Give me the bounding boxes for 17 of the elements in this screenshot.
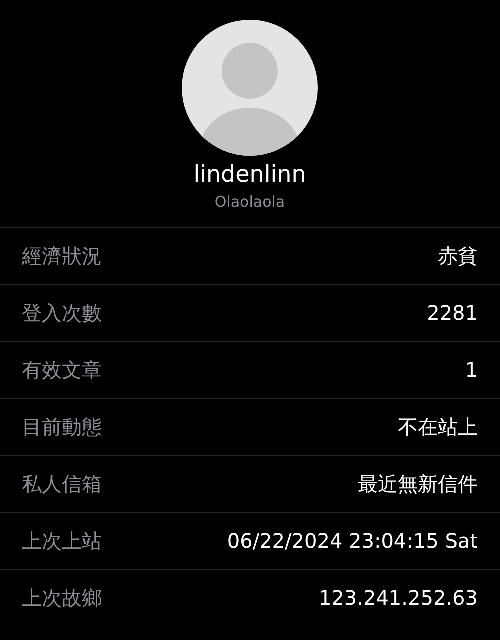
row-value: 赤貧 [438,242,478,270]
row-label: 登入次數 [22,300,102,326]
row-label: 上次上站 [22,528,102,554]
row-value: 2281 [427,301,478,325]
nickname: Olaolaola [214,192,286,212]
row-value: 123.241.252.63 [318,586,478,610]
avatar-icon [182,20,318,156]
row-value: 不在站上 [398,414,478,440]
row-value: 1 [465,358,478,382]
username: lindenlinn [194,161,306,190]
row-label: 私人信箱 [22,470,102,498]
row-value: 06/22/2024 23:04:15 Sat [227,529,478,553]
row-label: 上次故鄉 [22,584,102,612]
row-label: 有效文章 [22,356,102,384]
row-label: 目前動態 [22,414,102,440]
row-value: 最近無新信件 [358,470,478,498]
row-label: 經濟狀況 [22,242,102,270]
